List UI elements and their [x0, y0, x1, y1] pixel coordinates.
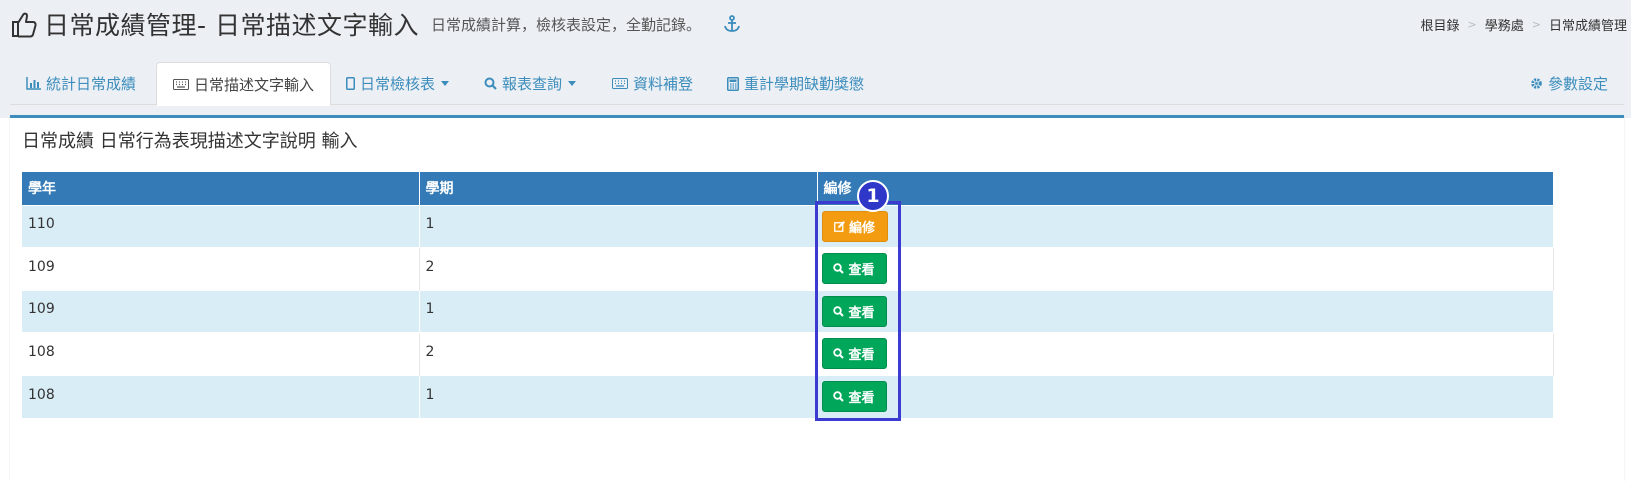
table-row: 108 1 查看 [22, 374, 1554, 418]
bar-chart-icon [26, 77, 41, 90]
cell-year: 109 [22, 289, 420, 333]
table-row: 109 1 查看 [22, 289, 1554, 333]
tab-label: 資料補登 [633, 75, 694, 93]
view-button[interactable]: 查看 [821, 338, 887, 370]
tab-label: 日常描述文字輸入 [194, 75, 315, 94]
view-button-label: 查看 [848, 391, 875, 406]
tab-label: 日常檢核表 [360, 75, 436, 93]
cell-year: 109 [22, 247, 420, 290]
cell-action: 查看 [817, 374, 1554, 418]
search-icon [484, 77, 497, 90]
tab-data-backfill[interactable]: 資料補登 [596, 62, 709, 105]
top-bar: 日常成績管理- 日常描述文字輸入 日常成績計算，檢核表設定，全勤記錄。 根目錄 … [0, 0, 1631, 118]
breadcrumb-separator: > [1467, 18, 1477, 31]
tab-label: 報表查詢 [502, 75, 563, 93]
tablet-icon [346, 77, 355, 90]
tab-label: 統計日常成績 [46, 75, 137, 93]
tab-report-query[interactable]: 報表查詢 [468, 62, 592, 105]
panel-title: 日常成績 日常行為表現描述文字說明 輸入 [22, 131, 358, 152]
edit-icon [834, 220, 845, 232]
tab-label: 參數設定 [1547, 75, 1608, 93]
tab-bar: 統計日常成績 日常描述文字輸入 日常檢核表 報表查詢 資料補登 重計學期缺勤獎懲… [10, 62, 1624, 106]
cell-year: 108 [22, 374, 420, 418]
view-button[interactable]: 查看 [821, 253, 887, 285]
tab-description-input[interactable]: 日常描述文字輸入 [156, 62, 332, 106]
tab-parameter-settings[interactable]: 參數設定 [1514, 62, 1624, 105]
cell-semester: 1 [419, 204, 818, 248]
content-panel: 日常成績 日常行為表現描述文字說明 輸入 學年 學期 編修 110 1 編修 1… [10, 115, 1624, 481]
edit-button-label: 編修 [848, 220, 875, 236]
search-icon [833, 391, 845, 402]
tab-daily-checklist[interactable]: 日常檢核表 [330, 62, 465, 105]
page-subtitle: 日常成績計算，檢核表設定，全勤記錄。 [430, 15, 701, 34]
column-header-year: 學年 [22, 172, 420, 205]
tab-label: 重計學期缺勤獎懲 [744, 75, 865, 93]
breadcrumb-item-current: 日常成績管理 [1548, 19, 1627, 34]
cell-semester: 2 [419, 247, 818, 290]
page-header: 日常成績管理- 日常描述文字輸入 日常成績計算，檢核表設定，全勤記錄。 [10, 6, 741, 42]
table-row: 109 2 查看 [22, 247, 1554, 290]
table-row: 108 2 查看 [22, 332, 1554, 375]
cell-action: 編修 [817, 204, 1554, 248]
cell-action: 查看 [817, 289, 1554, 333]
calculator-icon [727, 76, 739, 91]
chevron-down-icon [441, 81, 450, 86]
breadcrumb-separator: > [1531, 18, 1541, 31]
search-icon [833, 348, 845, 359]
search-icon [833, 263, 845, 274]
cell-action: 查看 [817, 332, 1554, 375]
anchor-icon[interactable] [723, 15, 741, 33]
page-title: 日常成績管理- 日常描述文字輸入 [44, 11, 419, 40]
search-icon [833, 306, 845, 317]
tab-stats-daily-score[interactable]: 統計日常成績 [10, 62, 152, 105]
view-button-label: 查看 [848, 263, 875, 279]
semester-table: 學年 學期 編修 110 1 編修 109 2 查看 109 1 查看 108 … [22, 172, 1554, 418]
view-button-label: 查看 [848, 305, 875, 321]
cell-action: 查看 [817, 247, 1554, 290]
column-header-edit: 編修 [817, 172, 1554, 205]
cell-semester: 2 [419, 332, 818, 375]
keyboard-icon [173, 78, 189, 90]
tab-recalculate-absence[interactable]: 重計學期缺勤獎懲 [711, 62, 880, 105]
edit-button[interactable]: 編修 [821, 210, 888, 242]
column-header-semester: 學期 [419, 172, 818, 205]
cell-semester: 1 [419, 374, 818, 418]
cell-semester: 1 [419, 289, 818, 333]
breadcrumb: 根目錄 > 學務處 > 日常成績管理 [1421, 15, 1627, 34]
view-button[interactable]: 查看 [821, 295, 887, 327]
cell-year: 108 [22, 332, 420, 375]
chevron-down-icon [568, 81, 577, 86]
breadcrumb-item-student-affairs[interactable]: 學務處 [1485, 15, 1524, 34]
thumbs-up-icon [12, 12, 37, 38]
view-button-label: 查看 [848, 348, 875, 364]
breadcrumb-item-root[interactable]: 根目錄 [1421, 15, 1460, 34]
cell-year: 110 [22, 204, 420, 248]
keyboard-icon [612, 78, 628, 89]
view-button[interactable]: 查看 [821, 381, 887, 412]
table-row: 110 1 編修 [22, 204, 1554, 248]
gear-icon [1530, 77, 1543, 90]
table-header-row: 學年 學期 編修 [22, 172, 1554, 205]
annotation-step-badge: 1 [857, 180, 889, 212]
